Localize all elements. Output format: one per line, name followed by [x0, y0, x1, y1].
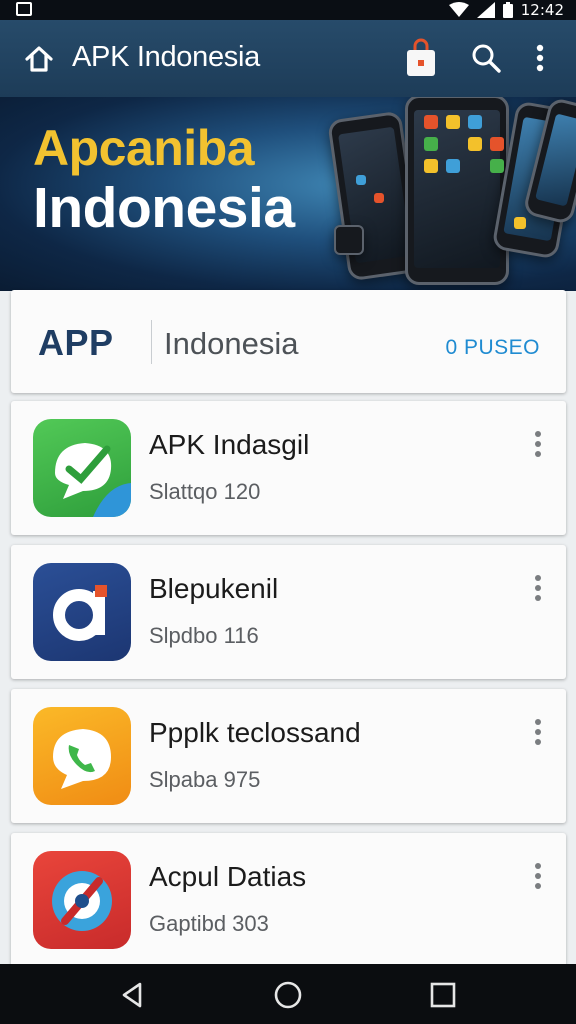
app-list-item[interactable]: Ppplk teclossand Slpaba 975: [11, 689, 566, 823]
home-icon[interactable]: [22, 42, 56, 76]
divider: [151, 320, 152, 364]
app-list-item[interactable]: Acpul Datias Gaptibd 303: [11, 833, 566, 967]
recents-icon[interactable]: [428, 980, 458, 1010]
app-name: APK Indasgil: [149, 429, 310, 460]
more-vert-icon[interactable]: [527, 717, 549, 747]
brand-label: APP: [38, 322, 114, 363]
app-name: Ppplk teclossand: [149, 717, 361, 748]
more-vert-icon[interactable]: [527, 861, 549, 891]
app-name: Acpul Datias: [149, 861, 307, 892]
battery-icon: [502, 2, 513, 18]
compass-icon: [33, 851, 131, 949]
back-icon[interactable]: [118, 980, 148, 1010]
more-vert-icon[interactable]: [527, 573, 549, 603]
category-header-card: APP Indonesia 0 PUSEO: [11, 290, 566, 393]
category-label: Indonesia: [164, 326, 299, 361]
a-letter-icon: [33, 563, 131, 661]
search-icon[interactable]: [468, 40, 504, 76]
app-subtitle: Slpdbo 116: [149, 623, 259, 648]
app-list-item[interactable]: APK Indasgil Slattqo 120: [11, 401, 566, 535]
notification-icon: [16, 2, 32, 16]
promo-banner[interactable]: Apcaniba Indonesia: [0, 97, 576, 291]
wifi-icon: [448, 2, 469, 17]
home-circle-icon[interactable]: [273, 980, 303, 1010]
chat-check-icon: [33, 419, 131, 517]
app-name: Blepukenil: [149, 573, 279, 604]
banner-title-line1: Apcaniba: [33, 120, 255, 176]
banner-title-line2: Indonesia: [33, 176, 295, 240]
app-subtitle: Slpaba 975: [149, 767, 261, 792]
app-subtitle: Slattqo 120: [149, 479, 261, 504]
app-list-item[interactable]: Blepukenil Slpdbo 116: [11, 545, 566, 679]
more-vert-icon[interactable]: [528, 40, 552, 76]
clock: 12:42: [520, 1, 564, 19]
phone-bubble-icon: [33, 707, 131, 805]
more-vert-icon[interactable]: [527, 429, 549, 459]
app-subtitle: Gaptibd 303: [149, 911, 269, 936]
app-toolbar: APK Indonesia: [0, 20, 576, 97]
header-action-link[interactable]: 0 PUSEO: [445, 336, 540, 360]
shopping-bag-icon[interactable]: [404, 38, 438, 78]
signal-icon: [476, 2, 495, 18]
system-nav-bar: [0, 964, 576, 1024]
status-bar: 12:42: [0, 0, 576, 20]
toolbar-title: APK Indonesia: [72, 41, 260, 73]
